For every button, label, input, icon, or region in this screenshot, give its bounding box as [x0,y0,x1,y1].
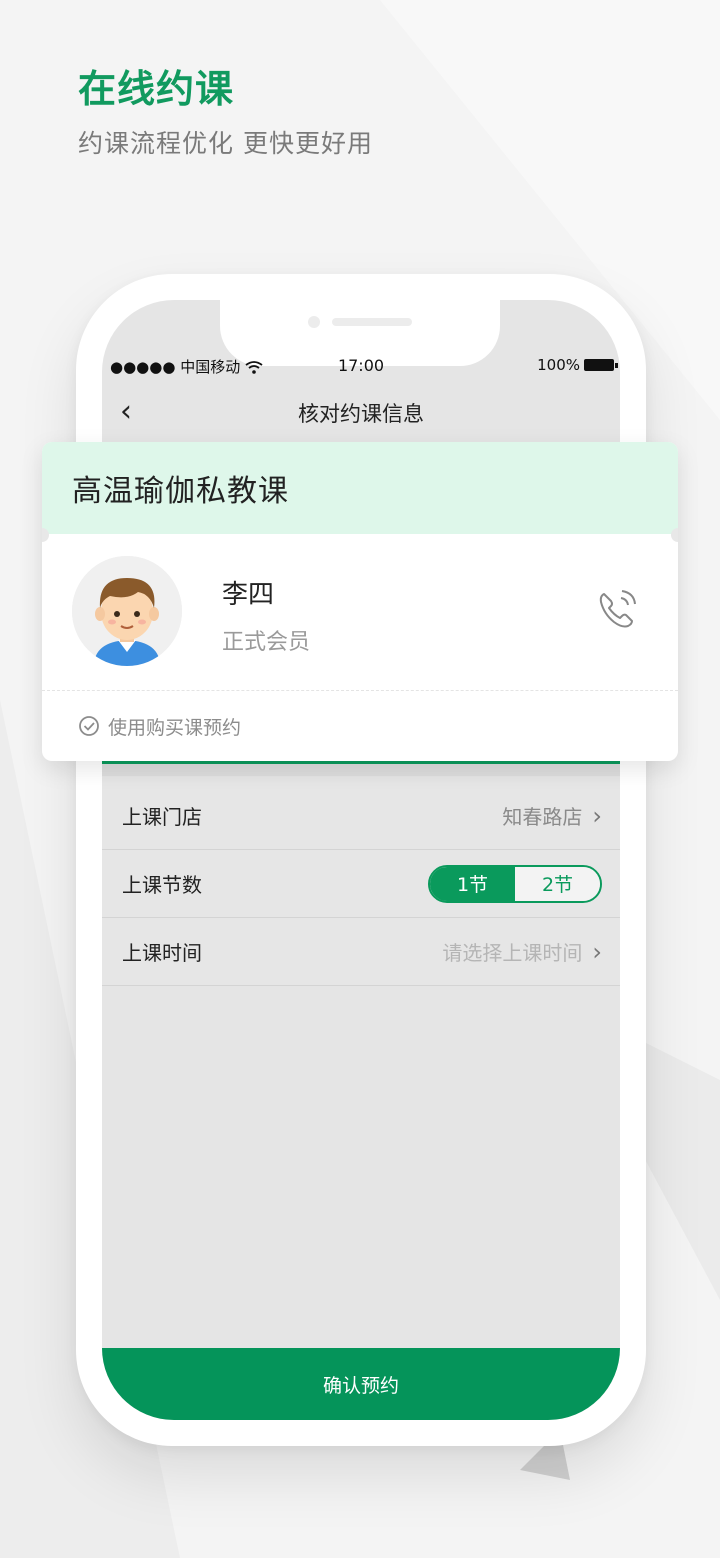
avatar-icon [72,556,182,666]
sessions-label: 上课节数 [122,873,202,897]
avatar [72,556,182,666]
session-option-2[interactable]: 2节 [515,866,600,901]
store-label: 上课门店 [122,805,202,829]
course-title: 高温瑜伽私教课 [42,442,678,534]
member-level: 正式会员 [222,630,311,655]
promo-headline: 在线约课 [78,67,235,111]
payment-option-label: 使用购买课预约 [108,716,242,739]
member-info: 李四 正式会员 [42,534,678,690]
page-title: 核对约课信息 [298,402,424,426]
battery-indicator: 100% [537,356,618,374]
session-option-1[interactable]: 1节 [430,866,515,901]
status-bar: ●●●●● 中国移动 17:00 100% [102,356,620,380]
card-bottom-accent [102,760,620,776]
camera-dot [308,316,320,328]
chevron-right-icon: › [592,937,602,966]
sessions-toggle[interactable]: 1节 2节 [428,864,602,903]
battery-icon [584,359,618,371]
card-notch-right [671,528,678,542]
payment-option[interactable]: 使用购买课预约 [42,691,678,761]
member-name: 李四 [222,580,275,610]
check-circle-icon [79,716,99,736]
time-row[interactable]: 上课时间 请选择上课时间 › [102,918,620,986]
phone-call-icon[interactable] [594,586,640,632]
navigation-bar: ‹ 核对约课信息 [102,390,620,442]
battery-percent: 100% [537,356,580,374]
store-row[interactable]: 上课门店 知春路店 › [102,782,620,850]
booking-form: 上课门店 知春路店 › 上课节数 1节 2节 上课时间 请选择上课时间 › [102,782,620,986]
time-label: 上课时间 [122,941,202,965]
promo-subline: 约课流程优化 更快更好用 [78,129,373,158]
store-value: 知春路店 › [502,801,602,830]
chevron-right-icon: › [592,801,602,830]
speaker-slot [332,318,412,326]
time-value: 请选择上课时间 › [442,937,602,966]
course-card: 高温瑜伽私教课 李四 正式会员 使用购买课预约 [42,442,678,761]
confirm-booking-button[interactable]: 确认预约 [102,1348,620,1420]
sessions-row: 上课节数 1节 2节 [102,850,620,918]
